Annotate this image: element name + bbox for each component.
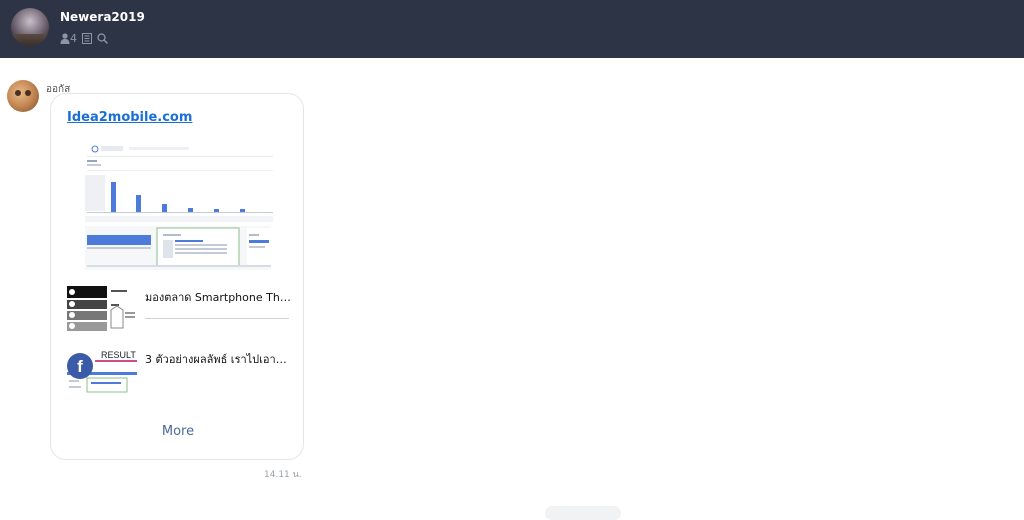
item-thumbnail: RESULT f <box>67 346 137 396</box>
item-title: มองตลาด Smartphone Thaila... <box>145 291 291 304</box>
member-count: 4 <box>70 31 77 45</box>
sender-avatar[interactable] <box>7 80 39 112</box>
message-timestamp: 14.11 น. <box>264 470 302 480</box>
preview-image[interactable] <box>83 140 275 270</box>
thumb-result-text: RESULT <box>101 350 136 360</box>
item-thumbnail <box>67 284 137 334</box>
link-title[interactable]: Idea2mobile.com <box>67 110 192 125</box>
notes-icon <box>82 32 92 44</box>
notes-button[interactable] <box>82 32 92 44</box>
divider <box>145 318 289 319</box>
date-pill <box>545 506 621 520</box>
more-button[interactable]: More <box>51 424 305 439</box>
item-title: 3 ตัวอย่างผลลัพธ์ เราไปเอาข้อ... <box>145 353 291 366</box>
member-count-button[interactable]: 4 <box>60 32 77 45</box>
list-item[interactable]: RESULT f 3 ตัวอย่างผลลัพธ์ เราไปเอาข้อ..… <box>67 346 291 400</box>
group-name[interactable]: Newera2019 <box>60 10 145 24</box>
chat-header: Newera2019 4 <box>0 0 1024 58</box>
message-card: Idea2mobile.com มองตลาด Smartphone Thai … <box>50 93 304 460</box>
search-button[interactable] <box>97 32 108 44</box>
search-icon <box>97 32 108 44</box>
group-avatar[interactable] <box>11 8 49 46</box>
list-item[interactable]: มองตลาด Smartphone Thaila... <box>67 284 291 338</box>
facebook-icon: f <box>67 353 93 379</box>
header-tools: 4 <box>60 31 108 45</box>
person-icon <box>60 32 70 44</box>
